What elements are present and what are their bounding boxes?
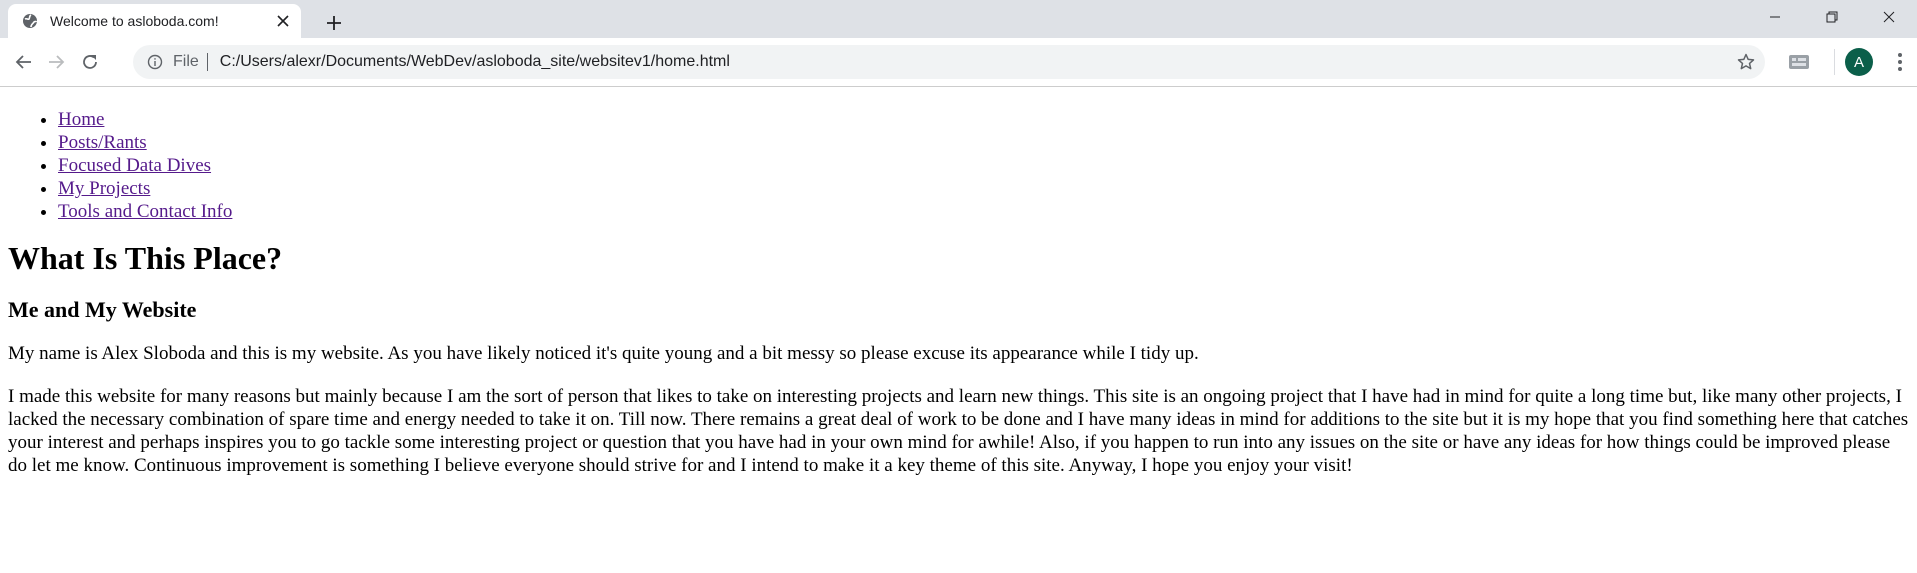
close-icon[interactable]: [269, 7, 297, 35]
star-icon[interactable]: [1737, 53, 1755, 71]
nav-item-tools-contact: Tools and Contact Info: [58, 200, 1909, 223]
nav-link-home[interactable]: Home: [58, 109, 104, 130]
browser-toolbar: File C:/Users/alexr/Documents/WebDev/asl…: [0, 38, 1917, 87]
window-controls: [1746, 0, 1917, 34]
minimize-icon[interactable]: [1746, 0, 1803, 34]
window-close-icon[interactable]: [1860, 0, 1917, 34]
extension-icon[interactable]: [1786, 52, 1812, 72]
back-icon[interactable]: [9, 47, 39, 77]
page-content: Home Posts/Rants Focused Data Dives My P…: [0, 108, 1917, 477]
nav-link-data-dives[interactable]: Focused Data Dives: [58, 155, 211, 176]
nav-item-posts: Posts/Rants: [58, 131, 1909, 154]
nav-link-posts[interactable]: Posts/Rants: [58, 132, 147, 153]
nav-link-projects[interactable]: My Projects: [58, 178, 150, 199]
tab-strip: Welcome to asloboda.com!: [0, 0, 1917, 38]
url-separator: [206, 53, 208, 71]
nav-list: Home Posts/Rants Focused Data Dives My P…: [8, 108, 1909, 223]
url-scheme: File: [173, 53, 199, 70]
intro-paragraph: My name is Alex Sloboda and this is my w…: [8, 343, 1199, 364]
info-icon[interactable]: [147, 54, 163, 70]
tab-title: Welcome to asloboda.com!: [50, 13, 219, 29]
reload-icon[interactable]: [75, 47, 105, 77]
toolbar-actions: A: [1786, 38, 1917, 86]
menu-icon[interactable]: [1891, 51, 1909, 73]
nav-link-tools-contact[interactable]: Tools and Contact Info: [58, 201, 232, 222]
body-paragraph: I made this website for many reasons but…: [8, 386, 1909, 476]
globe-icon: [22, 13, 38, 29]
nav-item-home: Home: [58, 108, 1909, 131]
restore-icon[interactable]: [1803, 0, 1860, 34]
url-text[interactable]: C:/Users/alexr/Documents/WebDev/asloboda…: [220, 53, 730, 71]
profile-avatar[interactable]: A: [1845, 48, 1873, 76]
page-title: What Is This Place?: [8, 240, 283, 276]
forward-icon[interactable]: [41, 47, 71, 77]
browser-tab[interactable]: Welcome to asloboda.com!: [8, 4, 301, 38]
nav-item-projects: My Projects: [58, 177, 1909, 200]
plus-icon[interactable]: [320, 9, 348, 37]
address-bar[interactable]: File C:/Users/alexr/Documents/WebDev/asl…: [133, 45, 1765, 79]
toolbar-divider: [1834, 49, 1835, 75]
section-heading: Me and My Website: [8, 297, 197, 322]
nav-item-data-dives: Focused Data Dives: [58, 154, 1909, 177]
